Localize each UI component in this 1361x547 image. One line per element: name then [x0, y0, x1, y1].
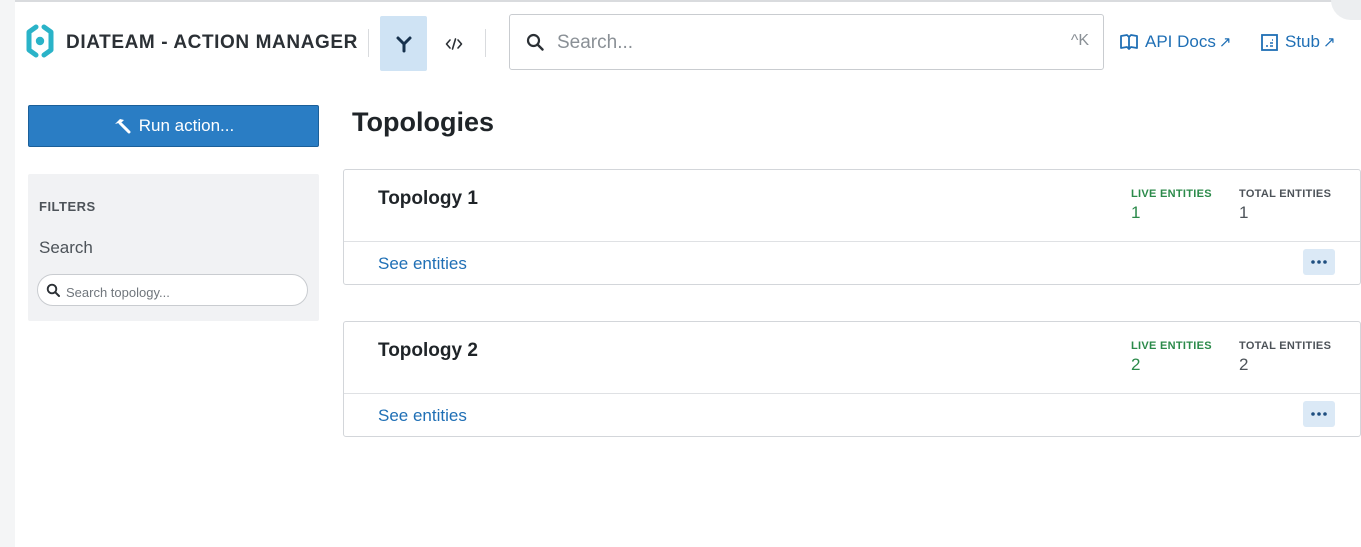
topology-view-button[interactable]: [380, 16, 427, 71]
stub-link[interactable]: Stub ↗: [1261, 32, 1336, 52]
external-link-icon: ↗: [1218, 34, 1232, 51]
topology-search-input[interactable]: [64, 281, 298, 303]
ellipsis-icon: [1311, 412, 1327, 416]
book-icon: [1120, 34, 1138, 50]
card-divider: [344, 241, 1360, 242]
app-header: DIATEAM - ACTION MANAGER ^K API Docs ↗ S…: [15, 2, 1361, 82]
card-divider: [344, 393, 1360, 394]
topology-name: Topology 1: [378, 188, 478, 209]
filters-title: FILTERS: [39, 199, 96, 214]
live-entities-label: LIVE ENTITIES: [1131, 340, 1212, 352]
run-action-button[interactable]: Run action...: [28, 105, 319, 147]
hammer-icon: [114, 119, 131, 134]
global-search-input[interactable]: [555, 27, 1039, 59]
total-entities-value: 1: [1239, 203, 1249, 222]
page-left-margin: [0, 0, 15, 547]
total-entities-label: TOTAL ENTITIES: [1239, 340, 1332, 352]
code-view-button[interactable]: [430, 16, 477, 71]
app-title: DIATEAM - ACTION MANAGER: [66, 32, 358, 53]
total-entities-label: TOTAL ENTITIES: [1239, 188, 1332, 200]
topology-card: Topology 2 LIVE ENTITIES 2 TOTAL ENTITIE…: [343, 321, 1361, 437]
filter-search-label: Search: [39, 238, 93, 257]
external-link-icon: ↗: [1322, 34, 1336, 51]
see-entities-link[interactable]: See entities: [378, 406, 467, 426]
code-icon: [445, 37, 462, 50]
more-actions-button[interactable]: [1303, 249, 1335, 275]
ellipsis-icon: [1311, 260, 1327, 264]
search-icon: [526, 33, 544, 51]
stub-label: Stub: [1285, 32, 1320, 51]
live-entities-value: 2: [1131, 355, 1141, 374]
document-icon: [1261, 33, 1278, 51]
more-actions-button[interactable]: [1303, 401, 1335, 427]
api-docs-link[interactable]: API Docs ↗: [1120, 32, 1231, 52]
topology-card: Topology 1 LIVE ENTITIES 1 TOTAL ENTITIE…: [343, 169, 1361, 285]
filters-panel: FILTERS Search: [28, 174, 319, 321]
global-search[interactable]: ^K: [509, 14, 1104, 70]
search-shortcut-hint: ^K: [1070, 32, 1089, 49]
api-docs-label: API Docs: [1145, 32, 1216, 51]
header-divider: [368, 29, 369, 57]
run-action-label: Run action...: [138, 116, 235, 135]
page-title: Topologies: [352, 107, 494, 137]
live-entities-value: 1: [1131, 203, 1141, 222]
total-entities-value: 2: [1239, 355, 1249, 374]
see-entities-link[interactable]: See entities: [378, 254, 467, 274]
search-icon: [46, 283, 60, 297]
topology-name: Topology 2: [378, 340, 478, 361]
logo-icon: [26, 24, 54, 58]
live-entities-label: LIVE ENTITIES: [1131, 188, 1212, 200]
fork-icon: [396, 36, 411, 52]
topology-search[interactable]: [37, 274, 308, 306]
header-divider: [485, 29, 486, 57]
